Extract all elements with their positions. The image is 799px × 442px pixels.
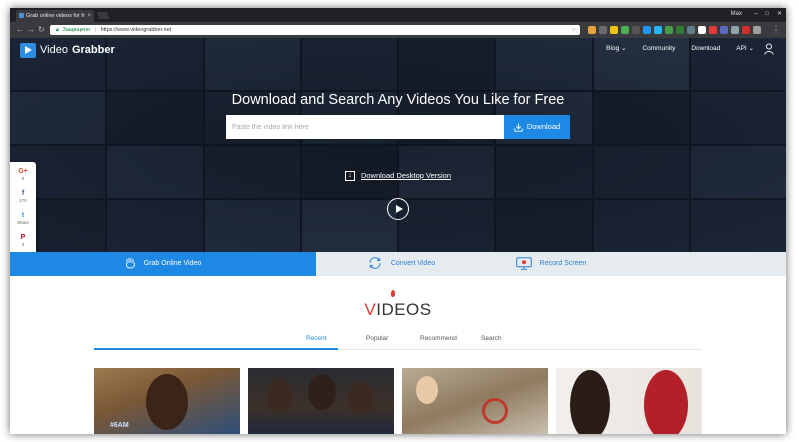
logo-text-light: Video	[40, 44, 68, 56]
video-link-input[interactable]	[226, 115, 504, 139]
browser-extension-icon[interactable]	[654, 26, 662, 34]
record-screen-icon	[515, 256, 532, 270]
download-desktop-link[interactable]: ↓ Download Desktop Version	[10, 171, 786, 182]
maximize-button[interactable]: □	[765, 8, 769, 20]
video-thumbnail[interactable]	[556, 368, 702, 434]
chevron-down-icon: ⌄	[748, 45, 754, 52]
forward-icon[interactable]: →	[27, 25, 35, 35]
back-icon[interactable]: ←	[16, 25, 24, 35]
active-subtab-underline	[94, 348, 338, 350]
hero-section: Video Grabber Blog ⌄ Community Download …	[10, 38, 786, 252]
browser-extension-icon[interactable]	[588, 26, 596, 34]
chevron-down-icon: ⌄	[621, 45, 627, 52]
video-thumbnail[interactable]	[402, 368, 548, 434]
video-subtabs: Recent Popular Recommend Search	[94, 332, 702, 350]
logo-text-bold: Grabber	[71, 44, 115, 56]
tab-grab-online-video[interactable]: Grab Online Video	[10, 252, 316, 276]
bookmark-star-icon[interactable]: ☆	[571, 25, 576, 35]
subtab-popular[interactable]: Popular	[366, 335, 388, 342]
video-thumbnails: #6AM	[94, 368, 706, 434]
share-pinterest[interactable]: P3	[10, 234, 36, 248]
browser-extension-icon[interactable]	[687, 26, 695, 34]
browser-tab[interactable]: Grab online videos for fr ×	[16, 10, 94, 22]
browser-extension-icon[interactable]	[731, 26, 739, 34]
browser-extension-icon[interactable]	[610, 26, 618, 34]
browser-extension-icon[interactable]	[753, 26, 761, 34]
hand-grab-icon	[125, 257, 135, 269]
videos-section: VIDEOS Recent Popular Recommend Search #…	[10, 276, 786, 434]
video-thumbnail[interactable]	[248, 368, 394, 434]
facebook-icon: f	[21, 190, 25, 197]
profile-name[interactable]: Max	[731, 8, 742, 20]
new-tab-button[interactable]	[96, 12, 110, 19]
user-account-icon[interactable]	[764, 43, 774, 55]
reload-icon[interactable]: ↻	[38, 25, 45, 35]
feature-tabs: Grab Online Video Convert Video Record S…	[10, 252, 786, 276]
pinterest-icon: P	[20, 234, 26, 241]
hero-title: Download and Search Any Videos You Like …	[231, 92, 565, 108]
address-bar[interactable]: 🔒︎ Защищено | https://www.videograbber.n…	[50, 25, 580, 35]
share-google-plus[interactable]: G+ 0	[10, 168, 36, 182]
share-count: 0	[21, 176, 25, 181]
google-plus-icon: G+	[18, 168, 28, 175]
favicon-icon	[19, 13, 24, 18]
browser-extension-icon[interactable]	[643, 26, 651, 34]
share-count: 170	[19, 198, 27, 203]
browser-extension-icon[interactable]	[599, 26, 607, 34]
share-count: 3	[21, 242, 25, 247]
url-search-form: Download	[226, 115, 570, 139]
convert-refresh-icon	[369, 257, 381, 269]
share-facebook[interactable]: f 170	[10, 190, 36, 204]
desktop-download-icon: ↓	[344, 171, 355, 182]
nav-link-api[interactable]: API ⌄	[736, 44, 754, 54]
videos-heading: VIDEOS	[364, 300, 432, 319]
browser-window: Grab online videos for fr × Max – □ ✕ ← …	[10, 8, 786, 434]
site-nav: Video Grabber Blog ⌄ Community Download …	[10, 38, 786, 62]
subtab-recommend[interactable]: Recommend	[420, 335, 457, 342]
site-logo[interactable]: Video Grabber	[20, 42, 115, 58]
browser-extension-icon[interactable]	[676, 26, 684, 34]
flame-icon	[391, 290, 395, 297]
browser-extension-icon[interactable]	[665, 26, 673, 34]
browser-extension-icon[interactable]	[709, 26, 717, 34]
tab-title: Grab online videos for fr	[26, 13, 85, 19]
download-button[interactable]: Download	[504, 115, 570, 139]
nav-link-community[interactable]: Community	[642, 44, 675, 54]
extensions-area	[588, 25, 761, 35]
logo-icon	[20, 42, 36, 58]
lock-icon: 🔒︎	[56, 27, 59, 33]
secure-label: Защищено	[62, 27, 91, 33]
download-icon	[514, 123, 523, 132]
social-share-bar: G+0f170tShareP3in4	[10, 162, 36, 252]
video-thumbnail[interactable]: #6AM	[94, 368, 240, 434]
url-text: https://www.videograbber.net	[100, 27, 172, 33]
close-window-button[interactable]: ✕	[777, 8, 782, 20]
browser-extension-icon[interactable]	[742, 26, 750, 34]
play-video-icon[interactable]	[387, 198, 409, 220]
browser-extension-icon[interactable]	[621, 26, 629, 34]
browser-extension-icon[interactable]	[632, 26, 640, 34]
tab-record-screen[interactable]: Record Screen	[486, 252, 616, 276]
browser-extension-icon[interactable]	[720, 26, 728, 34]
minimize-button[interactable]: –	[754, 8, 757, 20]
tab-bar: Grab online videos for fr × Max – □ ✕	[10, 8, 786, 22]
subtab-search[interactable]: Search	[481, 335, 502, 342]
browser-toolbar: ← → ↻ 🔒︎ Защищено | https://www.videogra…	[10, 22, 786, 38]
thumbnail-hashtag: #6AM	[110, 422, 129, 429]
nav-link-download[interactable]: Download	[691, 44, 720, 54]
share-twitter[interactable]: t Share	[10, 212, 36, 226]
share-count: Share	[16, 220, 29, 225]
tab-close-icon[interactable]: ×	[87, 10, 91, 22]
subtab-recent[interactable]: Recent	[306, 335, 327, 342]
browser-extension-icon[interactable]	[698, 26, 706, 34]
menu-kebab-icon[interactable]: ⋮	[772, 25, 780, 35]
nav-link-blog[interactable]: Blog ⌄	[606, 44, 626, 54]
nav-links: Blog ⌄ Community Download API ⌄	[606, 44, 754, 54]
tab-convert-video[interactable]: Convert Video	[316, 252, 486, 276]
twitter-icon: t	[21, 212, 25, 219]
